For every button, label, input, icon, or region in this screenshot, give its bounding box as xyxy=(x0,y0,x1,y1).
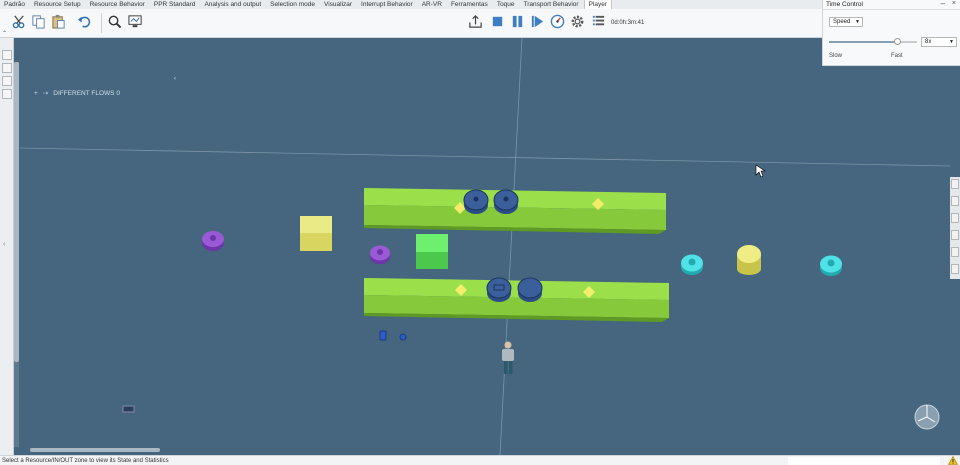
paste-icon[interactable] xyxy=(50,13,66,29)
expand-icon[interactable]: + xyxy=(34,90,38,97)
warning-icon[interactable] xyxy=(948,456,958,465)
ribbon-toolbar: 0d:0h:3m:41 ⌃ xyxy=(0,9,822,38)
operator-figure xyxy=(502,341,514,374)
view-iso-icon[interactable] xyxy=(951,230,959,240)
simulation-timer: 0d:0h:3m:41 xyxy=(611,20,645,26)
tree-root-node[interactable]: + ⇢ DIFFERENT FLOWS 0 xyxy=(34,87,120,99)
sink-cyan-2 xyxy=(820,255,842,276)
properties-tool-icon[interactable] xyxy=(2,89,12,99)
flow-icon: ⇢ xyxy=(42,90,49,97)
machine-upper-2 xyxy=(493,189,519,214)
source-purple-1 xyxy=(202,231,224,251)
tab-resource-behavior[interactable]: Resource Behavior xyxy=(86,0,150,9)
zoom-icon[interactable] xyxy=(106,13,122,29)
speedometer-icon[interactable] xyxy=(549,13,565,29)
minimize-icon[interactable]: – xyxy=(941,0,945,8)
list-icon[interactable] xyxy=(590,13,606,29)
x-axis-line xyxy=(19,147,950,167)
sink-cyan-1 xyxy=(681,254,703,275)
panel-collapse-icon[interactable]: ‹ xyxy=(174,76,176,82)
scene-canvas[interactable] xyxy=(14,38,950,455)
part-green-box xyxy=(416,234,448,269)
mouse-cursor xyxy=(755,164,766,178)
machine-lower-1 xyxy=(486,277,512,302)
right-toolbar xyxy=(950,177,960,279)
copy-icon[interactable] xyxy=(30,13,46,29)
part-yellow-box xyxy=(300,216,332,251)
tab-ar-vr[interactable]: AR-VR xyxy=(418,0,447,9)
tab-toque[interactable]: Toque xyxy=(493,0,520,9)
scissors-icon[interactable] xyxy=(11,13,27,29)
tab-interrupt-behavior[interactable]: Interrupt Behavior xyxy=(357,0,418,9)
small-part-blue xyxy=(379,330,387,341)
measure-tool-icon[interactable] xyxy=(2,76,12,86)
preview-icon[interactable] xyxy=(127,13,143,29)
machine-lower-2 xyxy=(517,277,543,302)
pause-icon[interactable] xyxy=(509,13,525,29)
layers-icon[interactable] xyxy=(951,264,959,274)
tab-padr-o[interactable]: Padrão xyxy=(0,0,30,9)
ribbon-collapse-icon[interactable]: ⌃ xyxy=(2,30,7,37)
tab-selection-mode[interactable]: Selection mode xyxy=(266,0,320,9)
select-tool-icon[interactable] xyxy=(2,50,12,60)
left-toolbar: ‹ xyxy=(0,38,14,455)
tab-ferramentas[interactable]: Ferramentas xyxy=(447,0,493,9)
y-axis-line xyxy=(499,38,523,455)
play-icon[interactable] xyxy=(529,13,545,29)
draw-tool-icon[interactable] xyxy=(2,63,12,73)
camera-icon[interactable] xyxy=(951,247,959,257)
status-field xyxy=(788,457,940,465)
view-top-icon[interactable] xyxy=(951,213,959,223)
view-side-icon[interactable] xyxy=(951,196,959,206)
tab-analysis-and-output[interactable]: Analysis and output xyxy=(200,0,266,9)
tree-root-label: DIFFERENT FLOWS 0 xyxy=(53,89,120,97)
tab-player[interactable]: Player xyxy=(583,0,613,9)
status-bar: Select a Resource/IN/OUT zone to view it… xyxy=(0,455,960,465)
tab-visualizar[interactable]: Visualizar xyxy=(320,0,357,9)
toolbar-separator xyxy=(101,13,102,33)
close-icon[interactable]: × xyxy=(952,0,956,7)
tab-transport-behavior[interactable]: Transport Behavior xyxy=(520,0,584,9)
small-part-dark xyxy=(122,405,135,413)
stop-icon[interactable] xyxy=(489,13,505,29)
chevron-left-icon[interactable]: ‹ xyxy=(3,241,5,248)
view-front-icon[interactable] xyxy=(951,179,959,189)
view-compass-icon xyxy=(914,404,940,430)
conveyor-lower xyxy=(364,278,669,322)
part-yellow-cylinder xyxy=(737,245,761,275)
time-control-title: Time Control xyxy=(826,1,863,8)
time-mode-value: Speed xyxy=(833,19,851,25)
chevron-down-icon: ▼ xyxy=(855,19,860,25)
3d-viewport[interactable]: + ⇢ DIFFERENT FLOWS 0 ‹ xyxy=(14,38,950,455)
status-text: Select a Resource/IN/OUT zone to view it… xyxy=(2,458,169,464)
export-icon[interactable] xyxy=(467,13,483,29)
horizontal-scrollbar[interactable] xyxy=(30,448,160,452)
machine-upper-1 xyxy=(463,189,489,214)
tab-resource-setup[interactable]: Resource Setup xyxy=(30,0,86,9)
time-mode-select[interactable]: Speed ▼ xyxy=(829,17,863,27)
source-purple-2 xyxy=(370,245,390,264)
tab-ppr-standard[interactable]: PPR Standard xyxy=(150,0,201,9)
small-part-blue xyxy=(399,333,407,341)
ribbon-tab-strip: Padrão Resource Setup Resource Behavior PPR… xyxy=(0,0,822,9)
settings-icon[interactable] xyxy=(569,13,585,29)
undo-icon[interactable] xyxy=(76,13,92,29)
time-control-header: Time Control – × xyxy=(823,0,960,10)
